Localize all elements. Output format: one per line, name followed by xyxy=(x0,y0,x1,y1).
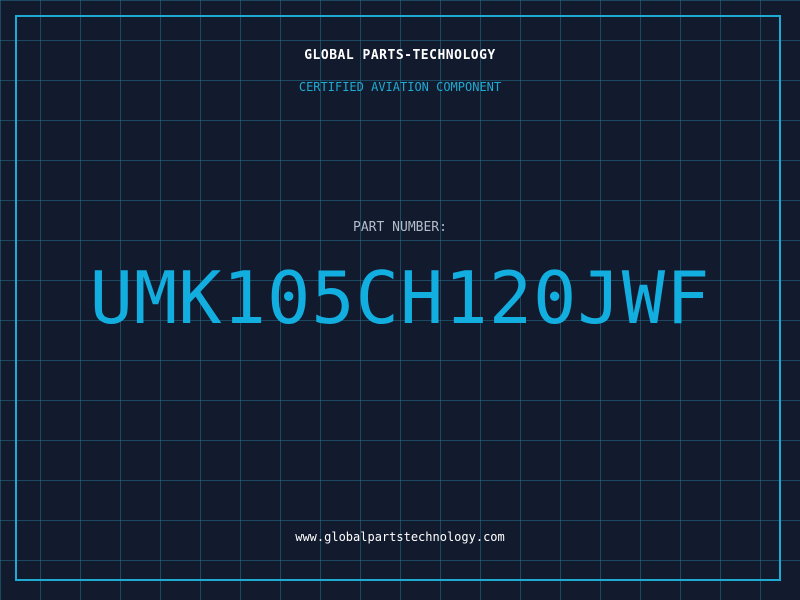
part-number-value: UMK105CH120JWF xyxy=(89,256,711,340)
brand-name: GLOBAL PARTS-TECHNOLOGY xyxy=(304,48,496,63)
part-number-label: PART NUMBER: xyxy=(353,220,447,235)
label-canvas: GLOBAL PARTS-TECHNOLOGY CERTIFIED AVIATI… xyxy=(0,0,800,600)
brand-tagline: CERTIFIED AVIATION COMPONENT xyxy=(298,80,502,94)
website-url: www.globalpartstechnology.com xyxy=(295,530,505,544)
